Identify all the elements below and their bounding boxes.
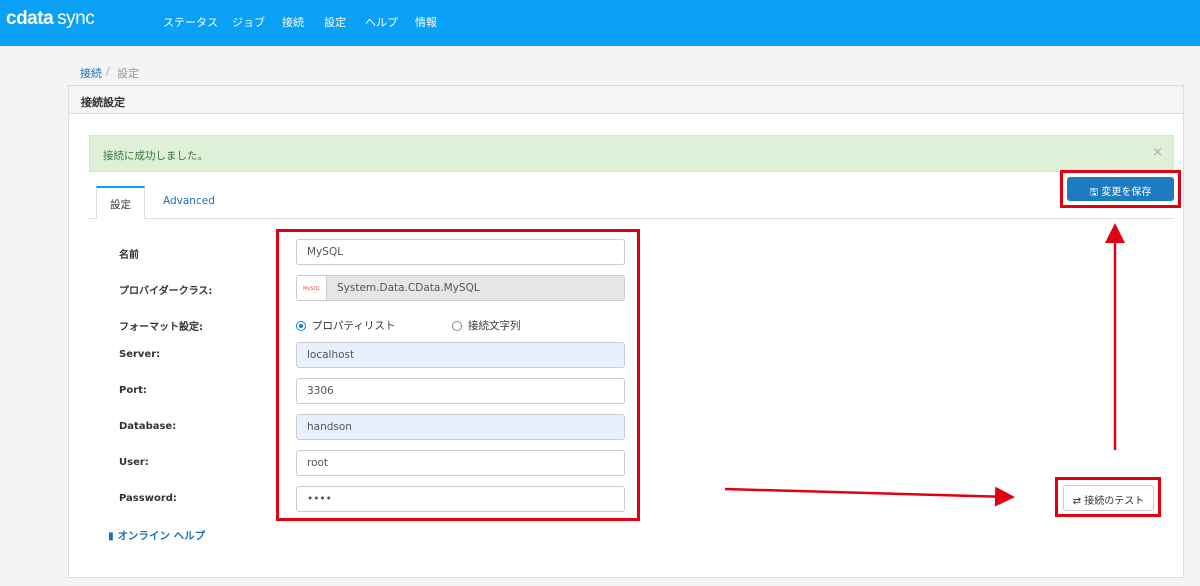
annotation-arrows bbox=[724, 223, 1125, 507]
arrow-right bbox=[724, 486, 1015, 507]
